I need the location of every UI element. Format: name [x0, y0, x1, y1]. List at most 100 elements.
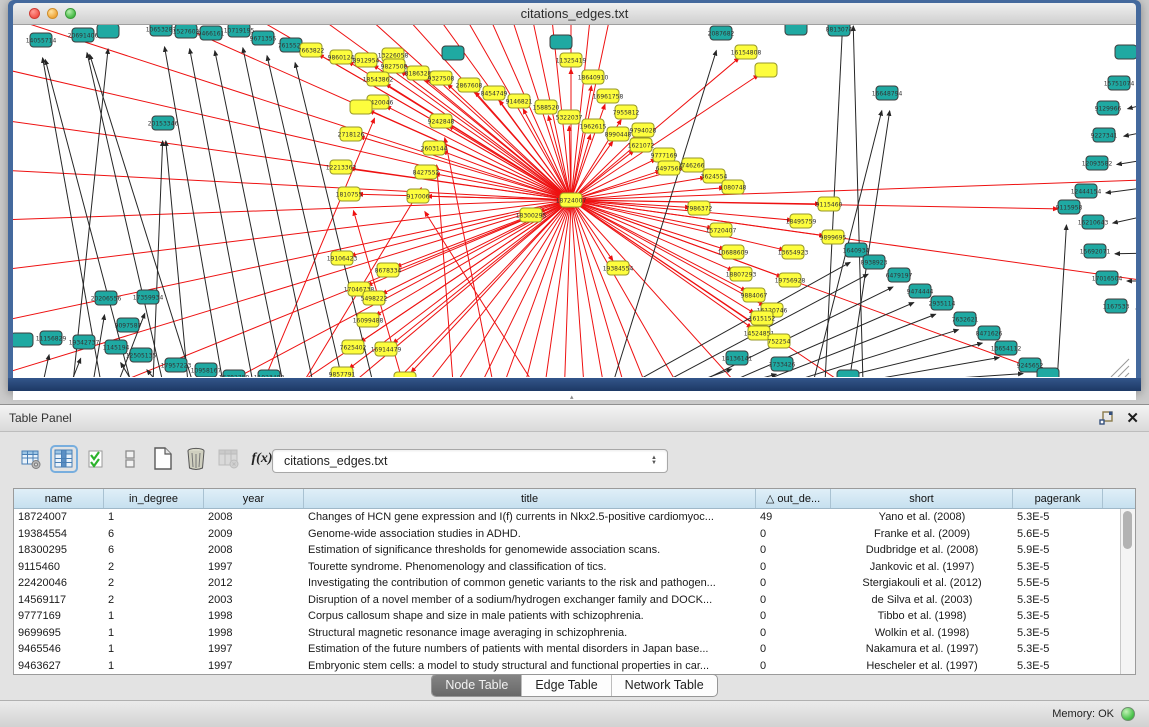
- graph-node[interactable]: 752254: [768, 334, 791, 348]
- graph-node[interactable]: 16099488: [353, 313, 384, 327]
- graph-node[interactable]: 14136141: [722, 351, 753, 365]
- graph-node[interactable]: 8471626: [976, 326, 1003, 340]
- graph-node[interactable]: 12505135: [126, 348, 157, 362]
- graph-node[interactable]: 11923488: [254, 370, 285, 377]
- close-panel-icon[interactable]: ✕: [1126, 411, 1139, 426]
- table-row[interactable]: 969969511998Structural magnetic resonanc…: [14, 625, 1135, 642]
- graph-node[interactable]: 20206556: [91, 291, 122, 305]
- attribute-table[interactable]: namein_degreeyeartitle△ out_de...shortpa…: [13, 488, 1136, 675]
- graph-node[interactable]: 18300295: [516, 208, 547, 222]
- table-row[interactable]: 977716911998Corpus callosum shape and si…: [14, 608, 1135, 625]
- graph-node[interactable]: 12213363: [326, 160, 357, 174]
- graph-node[interactable]: 2935114: [929, 296, 956, 310]
- graph-node[interactable]: [755, 63, 777, 77]
- graph-node[interactable]: 1588520: [533, 100, 560, 114]
- graph-node[interactable]: 2718126: [338, 127, 365, 141]
- graph-node[interactable]: 7955812: [613, 105, 640, 119]
- graph-node[interactable]: 16210643: [1078, 215, 1109, 229]
- graph-node[interactable]: 9466161: [198, 26, 225, 40]
- graph-node[interactable]: 15692071: [1080, 244, 1111, 258]
- graph-node[interactable]: [837, 370, 859, 377]
- graph-node[interactable]: 6479197: [886, 268, 913, 282]
- table-header-row[interactable]: namein_degreeyeartitle△ out_de...shortpa…: [14, 489, 1135, 509]
- graph-node[interactable]: 11156829: [36, 331, 67, 345]
- graph-node[interactable]: [442, 46, 464, 60]
- tab-node-table[interactable]: Node Table: [432, 675, 522, 696]
- window-titlebar[interactable]: citations_edges.txt: [13, 3, 1136, 25]
- panel-resize-handle[interactable]: ▴: [570, 395, 578, 401]
- graph-node[interactable]: [550, 35, 572, 49]
- graph-node[interactable]: 9884067: [741, 288, 768, 302]
- graph-node[interactable]: 20691406: [68, 28, 99, 42]
- graph-node[interactable]: [1115, 45, 1136, 59]
- graph-node[interactable]: 19384554: [603, 261, 634, 275]
- graph-node[interactable]: 16154808: [731, 45, 762, 59]
- table-scrollbar[interactable]: [1120, 509, 1135, 674]
- graph-node[interactable]: 1733426: [769, 357, 796, 371]
- graph-node[interactable]: 10688609: [718, 245, 749, 259]
- column-header-name[interactable]: name: [14, 489, 104, 508]
- graph-node[interactable]: 20153346: [148, 116, 179, 130]
- table-row[interactable]: 1872400712008Changes of HCN gene express…: [14, 509, 1135, 526]
- graph-node[interactable]: 1962615: [580, 119, 607, 133]
- column-header-in_degree[interactable]: in_degree: [104, 489, 204, 508]
- graph-node[interactable]: 9227341: [1091, 128, 1118, 142]
- graph-node[interactable]: 15720407: [706, 223, 737, 237]
- table-row[interactable]: 1830029562008Estimation of significance …: [14, 542, 1135, 559]
- graph-node[interactable]: 19106423: [327, 251, 358, 265]
- graph-node[interactable]: 2603144: [421, 141, 448, 155]
- graph-node[interactable]: 17016504: [1092, 271, 1123, 285]
- graph-node[interactable]: 9146821: [506, 94, 533, 108]
- table-row[interactable]: 946362711997Embryonic stem cells: a mode…: [14, 658, 1135, 675]
- graph-node[interactable]: 18543862: [363, 72, 394, 86]
- tab-network-table[interactable]: Network Table: [612, 675, 717, 696]
- graph-node[interactable]: 16782759: [219, 370, 250, 377]
- column-header-short[interactable]: short: [831, 489, 1013, 508]
- graph-node[interactable]: 9860124: [328, 50, 355, 64]
- network-window[interactable]: citations_edges.txt 14055714206914061065…: [8, 0, 1141, 391]
- column-header-pagerank[interactable]: pagerank: [1013, 489, 1103, 508]
- graph-node[interactable]: 1527602: [173, 25, 200, 38]
- graph-node[interactable]: 12444154: [1071, 184, 1102, 198]
- graph-node[interactable]: 8454749: [481, 86, 508, 100]
- graph-node[interactable]: 1621072: [628, 138, 655, 152]
- import-table-button[interactable]: [218, 448, 240, 470]
- graph-node[interactable]: 1080748: [720, 180, 747, 194]
- graph-node[interactable]: 9097587: [115, 318, 142, 332]
- column-header-title[interactable]: title: [304, 489, 756, 508]
- graph-node[interactable]: 18640910: [578, 70, 609, 84]
- table-mode-button[interactable]: [20, 448, 42, 470]
- graph-node[interactable]: 8678334: [375, 263, 402, 277]
- graph-node[interactable]: 16648794: [872, 86, 903, 100]
- graph-node[interactable]: [97, 25, 119, 38]
- graph-node[interactable]: 15751074: [1104, 76, 1135, 90]
- graph-node[interactable]: 9777169: [651, 148, 678, 162]
- graph-node[interactable]: 7663822: [298, 43, 325, 57]
- canvas-resize-grip[interactable]: [1111, 359, 1129, 377]
- graph-node[interactable]: 1167533: [1103, 299, 1130, 313]
- graph-node[interactable]: [13, 333, 33, 347]
- graph-node[interactable]: 2087682: [708, 26, 735, 40]
- graph-node[interactable]: 13716485: [390, 372, 421, 377]
- graph-node[interactable]: 18724007: [556, 193, 587, 207]
- graph-node[interactable]: 8427552: [413, 165, 440, 179]
- graph-node[interactable]: 5498222: [361, 291, 388, 305]
- graph-node[interactable]: 9129966: [1095, 101, 1122, 115]
- graph-node[interactable]: 9899695: [820, 230, 847, 244]
- graph-node[interactable]: 7632621: [952, 312, 979, 326]
- delete-table-button[interactable]: [185, 448, 207, 470]
- graph-node[interactable]: 12093582: [1082, 156, 1113, 170]
- column-stack-button[interactable]: [119, 448, 141, 470]
- graph-node[interactable]: 11325419: [556, 53, 587, 67]
- graph-node[interactable]: [350, 100, 372, 114]
- graph-node[interactable]: 9327508: [428, 71, 455, 85]
- graph-node[interactable]: 9474444: [907, 284, 934, 298]
- graph-node[interactable]: 13654923: [778, 245, 809, 259]
- table-row[interactable]: 1456911722003Disruption of a novel membe…: [14, 592, 1135, 609]
- graph-node[interactable]: 2867608: [456, 78, 483, 92]
- table-row[interactable]: 2242004622012Investigating the contribut…: [14, 575, 1135, 592]
- graph-node[interactable]: 8990448: [605, 127, 632, 141]
- column-header-out_de[interactable]: △ out_de...: [756, 489, 831, 508]
- graph-node[interactable]: [785, 25, 807, 35]
- graph-node[interactable]: 17359934: [133, 290, 164, 304]
